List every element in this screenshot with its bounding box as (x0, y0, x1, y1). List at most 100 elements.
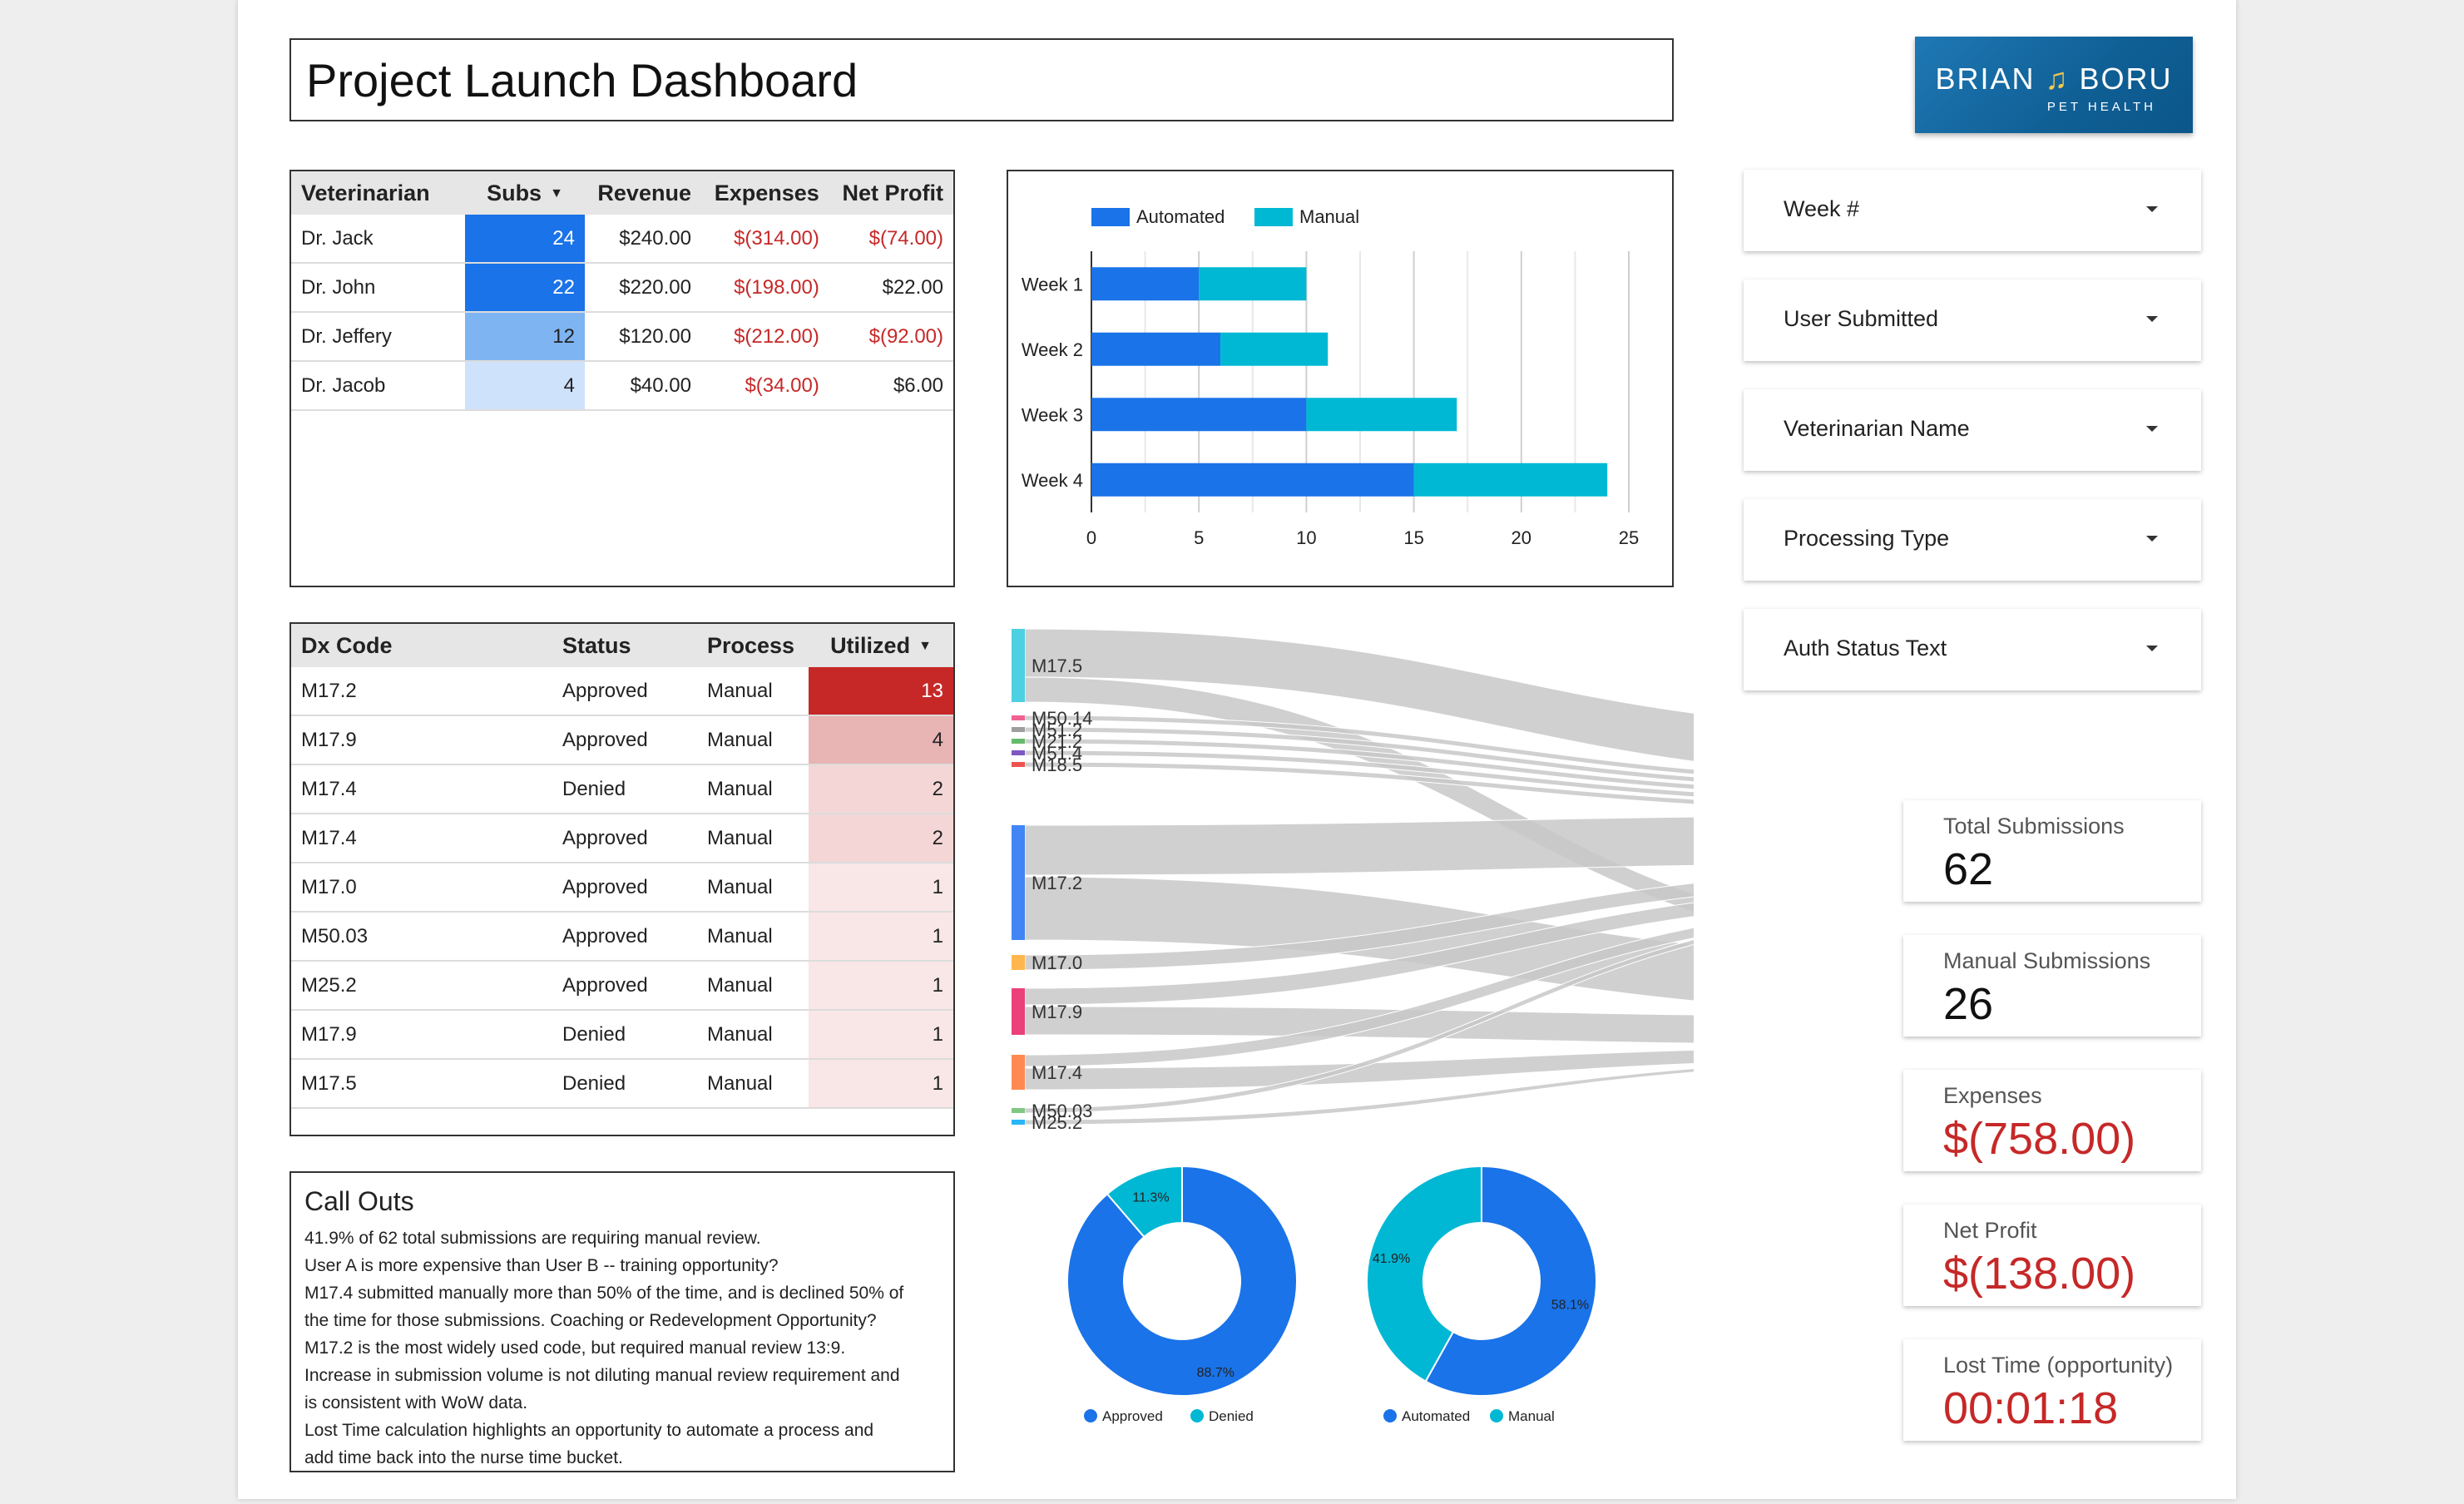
callout-line: add time back into the nurse time bucket… (304, 1448, 623, 1467)
table-row[interactable]: M25.2 Approved Manual 1 (291, 961, 953, 1011)
expenses-cell: $(198.00) (700, 263, 829, 313)
legend-label-automated: Automated (1136, 206, 1225, 227)
table-row[interactable]: Dr. Jeffery 12 $120.00 $(212.00) $(92.00) (291, 312, 953, 362)
dx-code-cell: M17.9 (291, 715, 552, 765)
status-cell: Denied (552, 1010, 697, 1060)
revenue-cell: $40.00 (585, 361, 701, 411)
sankey-node-m21-2[interactable] (1012, 739, 1025, 744)
filter-processing-type-dropdown[interactable]: Processing Type (1744, 499, 2201, 581)
sankey-node-m17-2[interactable] (1012, 825, 1025, 940)
sankey-node-m17-5[interactable] (1012, 629, 1025, 702)
dashboard-page: Project Launch Dashboard BRIAN ♫ BORU PE… (238, 0, 2236, 1499)
sankey-link-m17-2-automated[interactable] (1024, 815, 1694, 876)
table-row[interactable]: Dr. Jack 24 $240.00 $(314.00) $(74.00) (291, 215, 953, 264)
net-profit-cell: $22.00 (829, 263, 953, 313)
callout-line: 41.9% of 62 total submissions are requir… (304, 1229, 761, 1248)
bar-automated-week-2[interactable] (1091, 332, 1221, 366)
bar-manual-week-2[interactable] (1220, 332, 1328, 366)
net-profit-cell: $(92.00) (829, 312, 953, 362)
table-row[interactable]: Dr. Jacob 4 $40.00 $(34.00) $6.00 (291, 361, 953, 411)
bar-automated-week-3[interactable] (1091, 398, 1307, 432)
kpi-label: Total Submissions (1943, 814, 2125, 839)
vet-name-cell: Dr. Jeffery (291, 312, 465, 362)
legend-dot-denied (1190, 1409, 1204, 1422)
col-header-status[interactable]: Status (552, 624, 697, 667)
col-header-dx-code[interactable]: Dx Code (291, 624, 552, 667)
sankey-node-m50-14[interactable] (1012, 715, 1025, 720)
callout-line: M17.4 submitted manually more than 50% o… (304, 1284, 904, 1303)
col-header-net-profit[interactable]: Net Profit (829, 171, 953, 215)
utilized-cell: 4 (809, 715, 953, 765)
bar-automated-week-4[interactable] (1091, 463, 1414, 497)
filter-label: Processing Type (1784, 526, 1950, 551)
utilized-cell: 1 (809, 863, 953, 913)
filter-user-submitted-dropdown[interactable]: User Submitted (1744, 280, 2201, 361)
col-header-subs[interactable]: Subs ▼ (465, 171, 585, 215)
bar-manual-week-3[interactable] (1306, 398, 1457, 432)
sort-desc-icon: ▼ (550, 186, 563, 201)
callouts-text: 41.9% of 62 total submissions are requir… (304, 1224, 937, 1472)
filter-veterinarian-name-dropdown[interactable]: Veterinarian Name (1744, 389, 2201, 471)
revenue-cell: $240.00 (585, 215, 701, 264)
filter-auth-status-text-dropdown[interactable]: Auth Status Text (1744, 609, 2201, 690)
y-category-label: Week 1 (1022, 274, 1083, 294)
table-row[interactable]: M17.4 Approved Manual 2 (291, 814, 953, 863)
kpi-value: 26 (1943, 979, 1994, 1029)
col-header-subs-label: Subs (487, 180, 542, 205)
logo-name-right: BORU (2079, 62, 2173, 96)
kpi-value: 00:01:18 (1943, 1383, 2119, 1433)
dropdown-caret-icon (2146, 536, 2158, 542)
dx-code-table: Dx Code Status Process Utilized ▼ M17.2 Ap… (289, 622, 955, 1136)
bar-automated-week-1[interactable] (1091, 267, 1200, 301)
bar-manual-week-4[interactable] (1413, 463, 1608, 497)
harp-icon: ♫ (2045, 62, 2070, 96)
weekly-bar-chart: Automated Manual 0 5 10 15 20 25 Week 1 Week 2 Wee… (1022, 206, 1639, 548)
weekly-bar-chart-panel: Automated Manual 0 5 10 15 20 25 Week 1 Week 2 Wee… (1007, 170, 1674, 587)
approval-donut-chart: 88.7% 11.3% Approved Denied (1066, 1165, 1298, 1424)
status-cell: Approved (552, 814, 697, 863)
legend-label-manual: Manual (1299, 206, 1359, 227)
sankey-node-m17-0[interactable] (1012, 955, 1025, 970)
kpi-label: Expenses (1943, 1083, 2042, 1108)
col-header-process[interactable]: Process (697, 624, 809, 667)
col-header-utilized[interactable]: Utilized ▼ (809, 624, 953, 667)
bar-manual-week-1[interactable] (1199, 267, 1307, 301)
sankey-node-m50-03[interactable] (1012, 1108, 1025, 1113)
callout-line: is consistent with WoW data. (304, 1393, 528, 1412)
title-box: Project Launch Dashboard (289, 38, 1674, 121)
veterinarian-table: Veterinarian Subs ▼ Revenue Expenses Net … (289, 170, 955, 587)
sankey-node-m25-2[interactable] (1012, 1120, 1025, 1125)
table-row[interactable]: M17.9 Approved Manual 4 (291, 715, 953, 765)
col-header-veterinarian[interactable]: Veterinarian (291, 171, 465, 215)
col-header-revenue[interactable]: Revenue (585, 171, 701, 215)
logo-name: BRIAN ♫ BORU (1915, 62, 2193, 96)
filter-week-dropdown[interactable]: Week # (1744, 170, 2201, 251)
col-header-expenses[interactable]: Expenses (700, 171, 829, 215)
process-cell: Manual (697, 863, 809, 913)
filter-label: User Submitted (1784, 306, 1939, 331)
callout-line: Lost Time calculation highlights an oppo… (304, 1421, 874, 1440)
table-row[interactable]: M17.5 Denied Manual 1 (291, 1059, 953, 1109)
dx-sankey-chart: M17.5M50.14M51.2M21.2M51.4M18.5M17.2M17.… (1012, 628, 1694, 1133)
utilized-cell: 1 (809, 961, 953, 1011)
table-row[interactable]: Dr. John 22 $220.00 $(198.00) $22.00 (291, 263, 953, 313)
utilized-cell: 2 (809, 814, 953, 863)
sankey-node-m17-9[interactable] (1012, 988, 1025, 1035)
filter-label: Week # (1784, 196, 1860, 221)
sankey-node-label: M17.4 (1032, 1062, 1082, 1083)
table-row[interactable]: M17.0 Approved Manual 1 (291, 863, 953, 913)
sankey-node-label: M17.9 (1032, 1002, 1082, 1022)
table-row[interactable]: M17.2 Approved Manual 13 (291, 667, 953, 716)
sankey-node-m51-2[interactable] (1012, 727, 1025, 732)
logo-tagline: PET HEALTH (2046, 100, 2156, 114)
table-row[interactable]: M50.03 Approved Manual 1 (291, 912, 953, 962)
x-tick-label: 5 (1194, 527, 1204, 548)
sankey-node-m18-5[interactable] (1012, 762, 1025, 767)
status-cell: Approved (552, 715, 697, 765)
donut-value-label: 41.9% (1373, 1252, 1410, 1266)
sankey-node-m17-4[interactable] (1012, 1055, 1025, 1090)
sankey-node-m51-4[interactable] (1012, 750, 1025, 755)
kpi-label: Lost Time (opportunity) (1943, 1353, 2174, 1378)
table-row[interactable]: M17.4 Denied Manual 2 (291, 764, 953, 814)
table-row[interactable]: M17.9 Denied Manual 1 (291, 1010, 953, 1060)
